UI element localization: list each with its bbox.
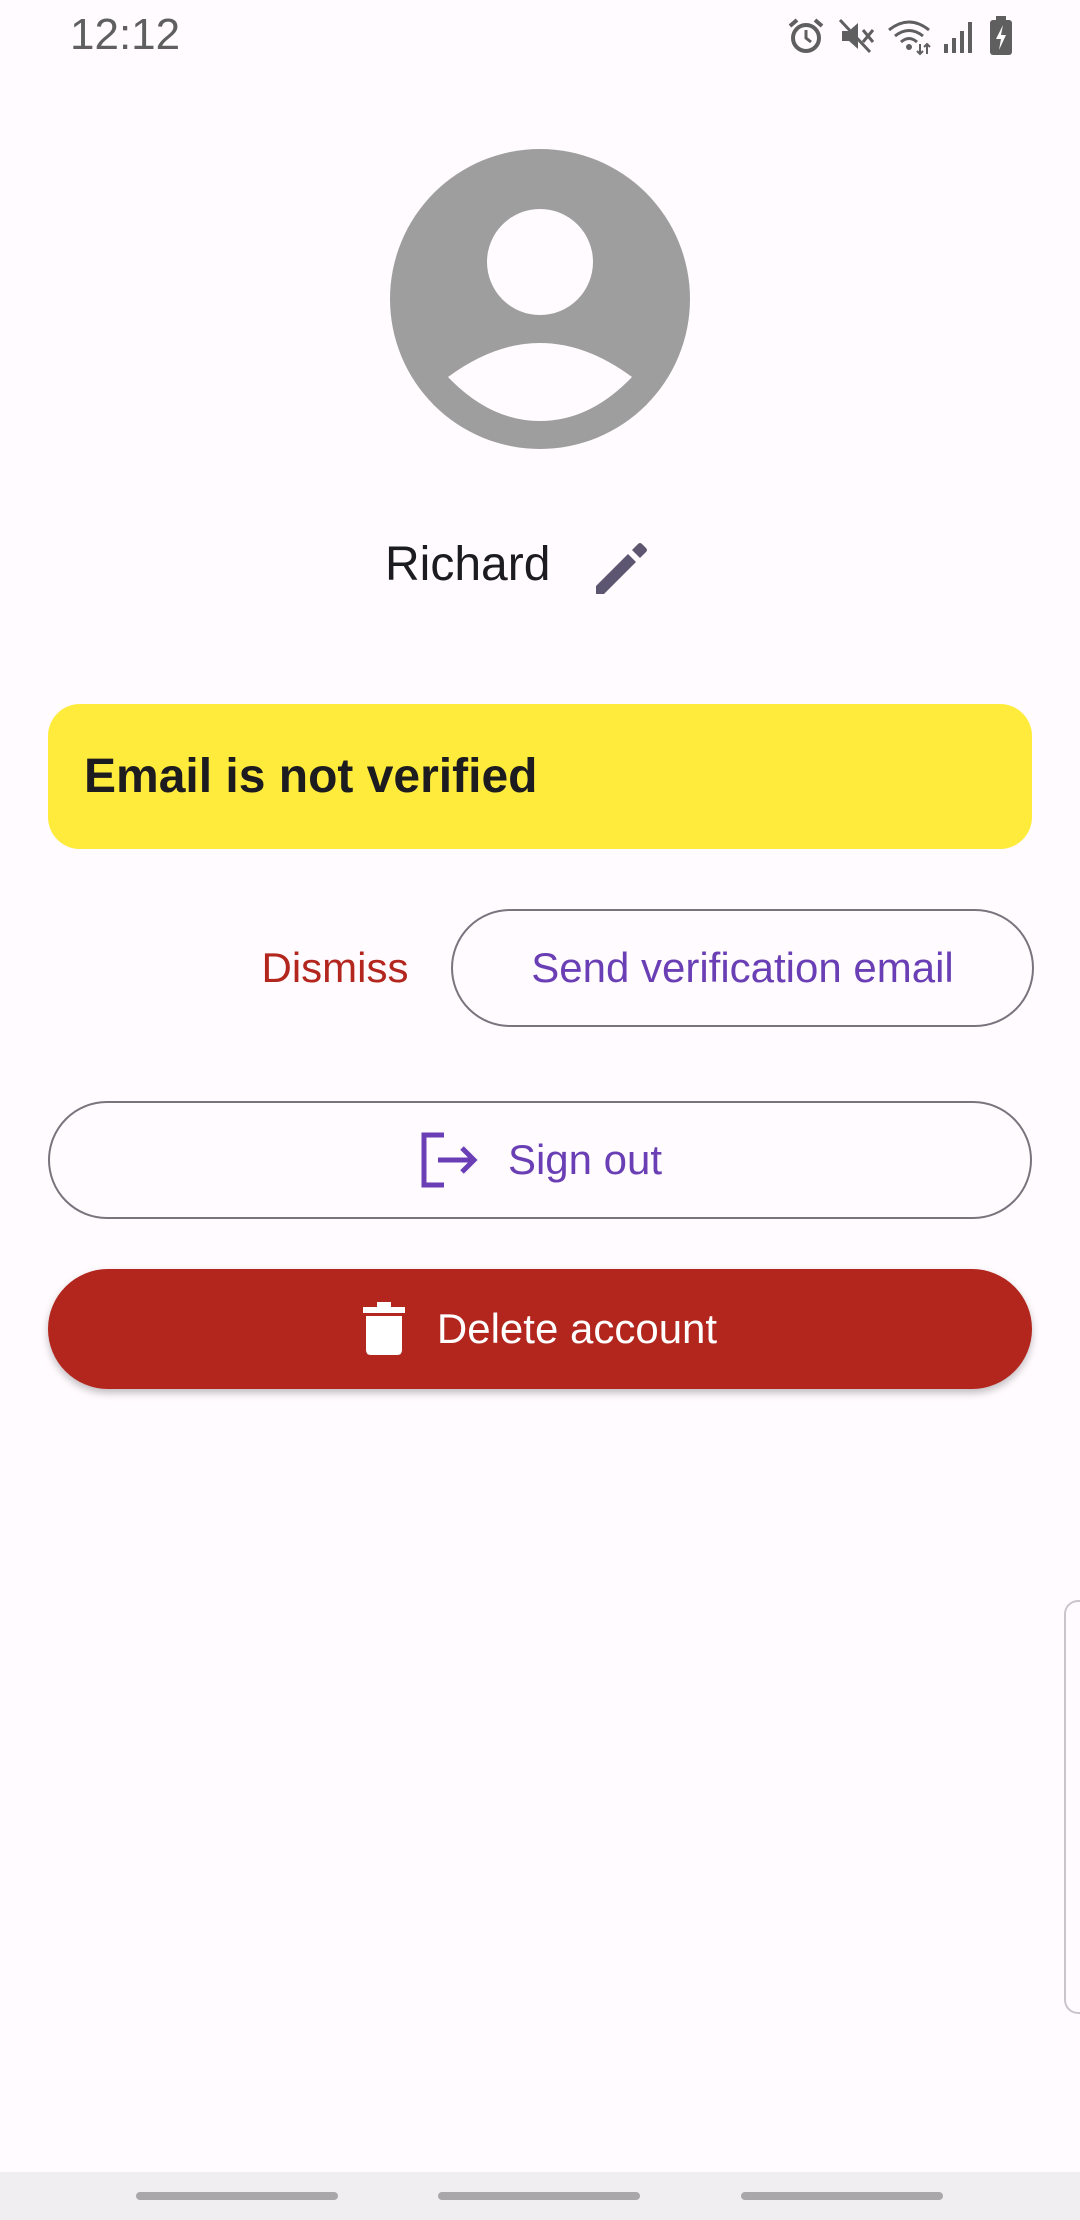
profile-name: Richard [385, 538, 551, 591]
trash-icon [362, 1302, 405, 1355]
battery-charging-icon [990, 16, 1012, 55]
dismiss-button[interactable]: Dismiss [240, 909, 430, 1027]
logout-icon [421, 1132, 478, 1188]
profile-screen: 12:12 Richard Email is not verified Dism… [0, 0, 1080, 2220]
delete-account-button[interactable]: Delete account [48, 1269, 1032, 1389]
mute-icon [838, 18, 875, 54]
sign-out-label: Sign out [507, 1136, 663, 1183]
status-bar: 12:12 [0, 0, 1080, 72]
nav-gesture-left[interactable] [136, 2192, 338, 2200]
banner-message: Email is not verified [84, 750, 538, 803]
nav-gesture-home[interactable] [438, 2192, 640, 2200]
profile-name-row: Richard [0, 530, 1080, 600]
signal-icon [944, 22, 972, 53]
email-not-verified-banner: Email is not verified [48, 704, 1032, 849]
pencil-icon[interactable] [590, 536, 654, 600]
nav-gesture-right[interactable] [741, 2192, 943, 2200]
alarm-icon [788, 18, 824, 53]
person-avatar-icon [390, 149, 690, 449]
send-verification-email-button[interactable]: Send verification email [451, 909, 1034, 1027]
delete-account-label: Delete account [436, 1305, 718, 1352]
wifi-icon [888, 20, 931, 56]
status-icons [786, 14, 1014, 58]
gesture-nav-bar [0, 2172, 1080, 2220]
edge-panel-handle[interactable] [1064, 1600, 1080, 2014]
sign-out-button[interactable]: Sign out [48, 1101, 1032, 1219]
status-time: 12:12 [70, 10, 181, 59]
